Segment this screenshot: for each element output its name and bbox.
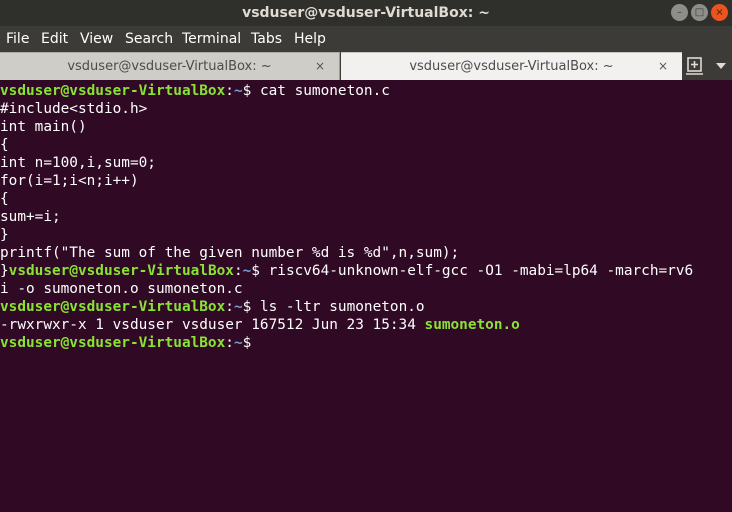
tab-terminal-2[interactable]: vsduser@vsduser-VirtualBox: ~ × xyxy=(341,52,682,80)
chevron-down-icon[interactable] xyxy=(712,55,730,77)
menu-view[interactable]: View xyxy=(80,26,113,52)
menu-tabs[interactable]: Tabs xyxy=(251,26,282,52)
new-tab-icon-svg xyxy=(686,57,703,75)
maximize-button[interactable]: □ xyxy=(691,4,708,21)
prompt-user: vsduser@vsduser-VirtualBox xyxy=(0,83,226,99)
menu-terminal[interactable]: Terminal xyxy=(182,26,241,52)
code-line: sum+=i; xyxy=(0,209,61,225)
prompt-path: ~ xyxy=(233,83,243,99)
close-button[interactable]: × xyxy=(711,4,728,21)
executable-filename: sumoneton.o xyxy=(424,317,520,333)
prompt-path: ~ xyxy=(233,299,243,315)
prompt-user: vsduser@vsduser-VirtualBox xyxy=(0,335,226,351)
terminal-window: vsduser@vsduser-VirtualBox: ~ – □ × File… xyxy=(0,0,732,512)
code-line: int n=100,i,sum=0; xyxy=(0,155,156,171)
prompt-colon: : xyxy=(225,83,234,99)
ls-output-text: -rwxrwxr-x 1 vsduser vsduser 167512 Jun … xyxy=(0,317,425,333)
tab-label: vsduser@vsduser-VirtualBox: ~ xyxy=(409,59,614,74)
terminal-output[interactable]: vsduser@vsduser-VirtualBox:~$ cat sumone… xyxy=(0,80,732,512)
prompt-colon: : xyxy=(225,299,234,315)
menu-search[interactable]: Search xyxy=(125,26,173,52)
prompt-colon: : xyxy=(225,335,234,351)
tab-terminal-1[interactable]: vsduser@vsduser-VirtualBox: ~ × xyxy=(0,52,340,80)
prompt-user: vsduser@vsduser-VirtualBox xyxy=(8,263,234,279)
ls-output-line: -rwxrwxr-x 1 vsduser vsduser 167512 Jun … xyxy=(0,316,732,334)
command-wrap-line: i -o sumoneton.o sumoneton.c xyxy=(0,281,243,297)
close-icon[interactable]: × xyxy=(656,59,670,73)
prompt-symbol: $ xyxy=(242,299,252,315)
title-bar[interactable]: vsduser@vsduser-VirtualBox: ~ – □ × xyxy=(0,0,732,26)
chevron-down-icon-svg xyxy=(716,63,726,69)
command-text: cat sumoneton.c xyxy=(251,83,390,99)
tab-label: vsduser@vsduser-VirtualBox: ~ xyxy=(67,59,272,74)
menu-edit[interactable]: Edit xyxy=(41,26,68,52)
prompt-symbol: $ xyxy=(251,263,260,279)
code-line: printf("The sum of the given number %d i… xyxy=(0,245,460,261)
code-line: { xyxy=(0,191,9,207)
menu-bar: File Edit View Search Terminal Tabs Help xyxy=(0,26,732,52)
prompt-colon: : xyxy=(233,263,243,279)
minimize-button[interactable]: – xyxy=(671,4,688,21)
prompt-symbol: $ xyxy=(242,83,252,99)
window-title: vsduser@vsduser-VirtualBox: ~ xyxy=(242,5,490,21)
tab-bar: vsduser@vsduser-VirtualBox: ~ × vsduser@… xyxy=(0,52,732,80)
terminal-line: vsduser@vsduser-VirtualBox:~$ xyxy=(0,334,732,352)
menu-file[interactable]: File xyxy=(6,26,29,52)
prompt-user: vsduser@vsduser-VirtualBox xyxy=(0,299,226,315)
code-line: } xyxy=(0,227,9,243)
prompt-path: ~ xyxy=(242,263,252,279)
code-line: #include<stdio.h> xyxy=(0,101,148,117)
new-tab-icon[interactable] xyxy=(684,55,708,77)
terminal-line: }vsduser@vsduser-VirtualBox:~$ riscv64-u… xyxy=(0,262,732,280)
code-line: for(i=1;i<n;i++) xyxy=(0,173,139,189)
prompt-path: ~ xyxy=(233,335,243,351)
code-line: { xyxy=(0,137,9,153)
close-icon[interactable]: × xyxy=(313,59,327,73)
command-text: riscv64-unknown-elf-gcc -O1 -mabi=lp64 -… xyxy=(259,263,694,279)
terminal-line: vsduser@vsduser-VirtualBox:~$ ls -ltr su… xyxy=(0,298,732,316)
terminal-line: vsduser@vsduser-VirtualBox:~$ cat sumone… xyxy=(0,82,732,100)
command-text: ls -ltr sumoneton.o xyxy=(251,299,425,315)
code-text: } xyxy=(0,263,9,279)
prompt-symbol: $ xyxy=(242,335,252,351)
menu-help[interactable]: Help xyxy=(294,26,326,52)
code-line: int main() xyxy=(0,119,87,135)
